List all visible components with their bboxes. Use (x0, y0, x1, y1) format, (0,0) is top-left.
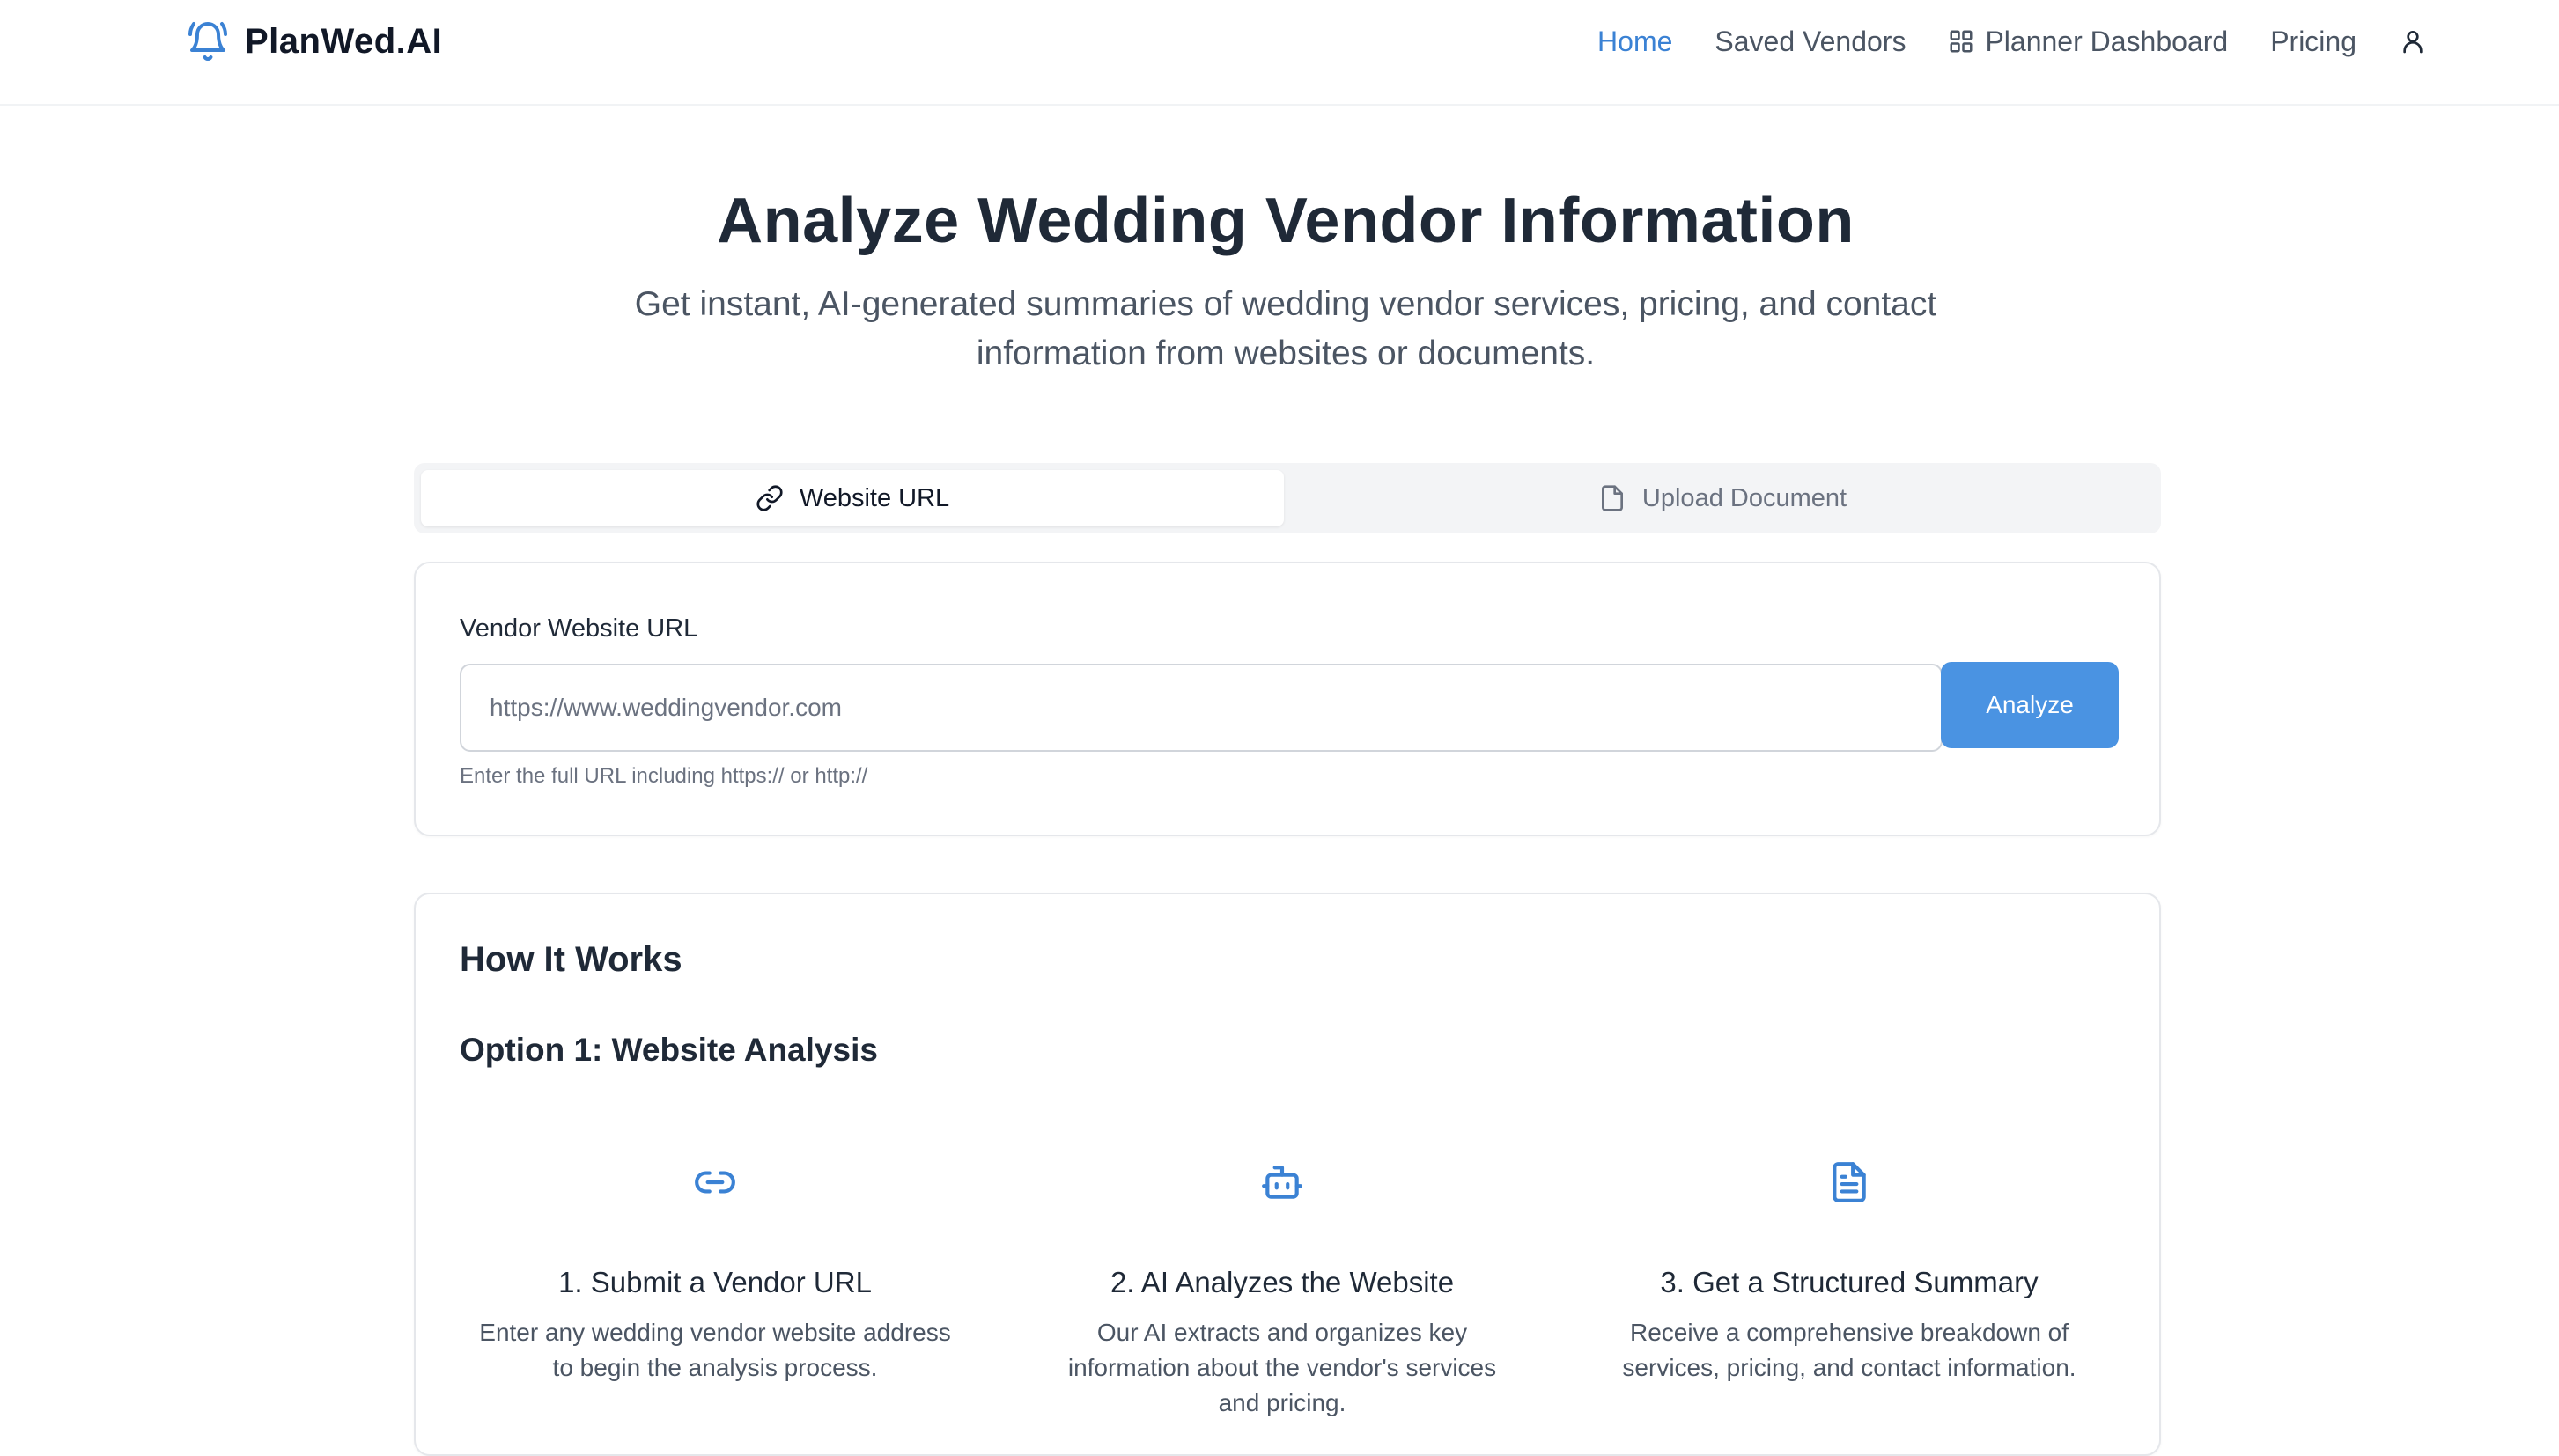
step-3: 3. Get a Structured Summary Receive a co… (1567, 1160, 2131, 1386)
step-1-title: 1. Submit a Vendor URL (558, 1266, 872, 1298)
brand-logo-link[interactable]: PlanWed.AI (187, 18, 442, 65)
input-mode-tabs: Website URL Upload Document (414, 463, 2161, 533)
nav-saved-vendors[interactable]: Saved Vendors (1715, 26, 1906, 58)
top-navigation-bar: PlanWed.AI Home Saved Vendors Planner Da… (0, 0, 2559, 106)
bell-icon (188, 22, 227, 61)
tab-upload-document[interactable]: Upload Document (1291, 470, 2154, 526)
file-icon (1601, 485, 1623, 511)
step-3-description: Receive a comprehensive breakdown of ser… (1622, 1319, 2076, 1381)
link-icon (756, 485, 783, 511)
grid-icon (1950, 30, 1973, 53)
tab-website-url-label: Website URL (799, 483, 950, 512)
bot-icon (1262, 1166, 1302, 1199)
url-field-label: Vendor Website URL (460, 614, 698, 643)
step-2-title: 2. AI Analyzes the Website (1110, 1266, 1455, 1298)
analyze-button[interactable]: Analyze (1941, 662, 2119, 748)
vendor-url-input[interactable] (460, 664, 1943, 752)
link-icon (695, 1171, 735, 1194)
url-form-card: Vendor Website URL Analyze Enter the ful… (414, 562, 2161, 836)
tab-website-url[interactable]: Website URL (421, 470, 1284, 526)
user-account-button[interactable] (2399, 27, 2427, 55)
how-it-works-title: How It Works (460, 940, 682, 979)
page-subtitle: Get instant, AI-generated summaries of w… (634, 285, 1937, 372)
step-3-title: 3. Get a Structured Summary (1660, 1266, 2039, 1298)
step-2: 2. AI Analyzes the Website Our AI extrac… (1000, 1160, 1564, 1421)
nav-home[interactable]: Home (1597, 26, 1672, 58)
page-title: Analyze Wedding Vendor Information (717, 186, 1855, 256)
main-nav: Home Saved Vendors Planner Dashboard Pri… (1555, 18, 2427, 65)
how-it-works-card: How It Works Option 1: Website Analysis … (414, 893, 2161, 1456)
nav-planner-dashboard[interactable]: Planner Dashboard (1948, 26, 2228, 58)
brand-name: PlanWed.AI (245, 21, 443, 61)
step-2-description: Our AI extracts and organizes key inform… (1067, 1319, 1497, 1416)
nav-pricing[interactable]: Pricing (2270, 26, 2356, 58)
tab-upload-document-label: Upload Document (1641, 483, 1847, 512)
step-1: 1. Submit a Vendor URL Enter any wedding… (433, 1160, 997, 1386)
step-1-description: Enter any wedding vendor website address… (479, 1319, 951, 1381)
document-icon (1833, 1162, 1866, 1202)
url-field-hint: Enter the full URL including https:// or… (460, 764, 868, 788)
nav-planner-dashboard-label: Planner Dashboard (1985, 25, 2229, 57)
option-1-title: Option 1: Website Analysis (460, 1032, 878, 1068)
user-icon (2403, 31, 2423, 54)
